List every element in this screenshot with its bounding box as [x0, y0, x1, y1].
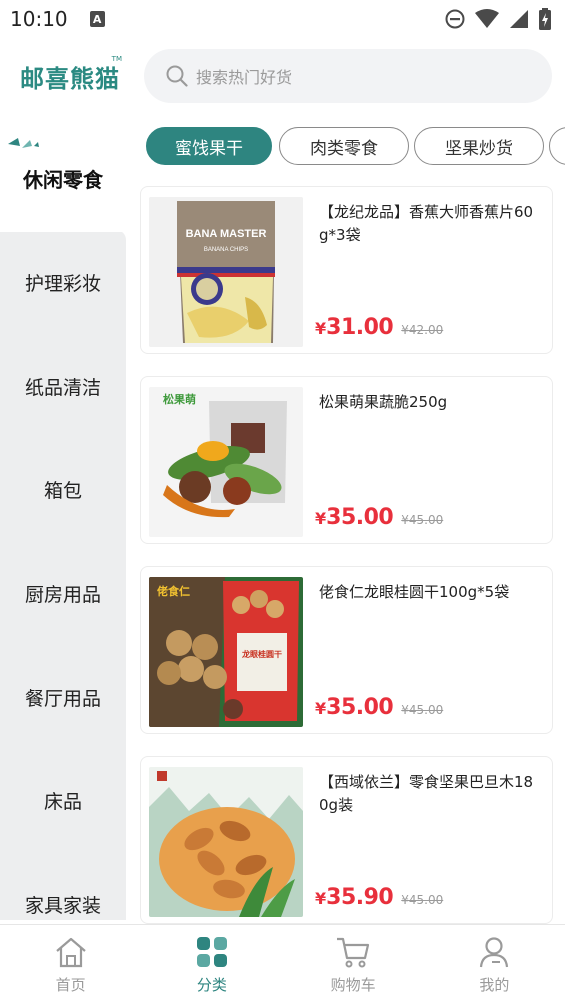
status-bar: 10:10 A — [0, 0, 565, 38]
notification-a-icon: A — [89, 11, 105, 27]
product-image — [149, 767, 303, 917]
sale-price: 35.00 — [326, 505, 394, 530]
product-image: 龙眼桂圆干 佬食仁 — [149, 577, 303, 727]
currency-symbol: ¥ — [315, 699, 327, 718]
nav-profile[interactable]: 我的 — [424, 925, 565, 1004]
search-placeholder: 搜索热门好货 — [196, 68, 293, 87]
nav-label: 分类 — [196, 976, 227, 994]
product-image: 松果萌 — [149, 387, 303, 537]
search-icon — [166, 65, 188, 87]
product-card[interactable]: BANA MASTER BANANA CHIPS 【龙纪龙品】香蕉大师香蕉片60… — [140, 186, 553, 354]
brand-logo: 邮喜熊猫 TM — [0, 55, 140, 94]
sidebar-item-snacks[interactable]: 休闲零食 — [0, 126, 126, 230]
tab-nuts-roasted[interactable]: 坚果炒货 — [414, 127, 544, 165]
thumb-brand-text: 松果萌 — [163, 392, 196, 406]
nav-home[interactable]: 首页 — [0, 925, 141, 1004]
thumb-sub-text: BANANA CHIPS — [204, 247, 248, 253]
sidebar-item-dining[interactable]: 餐厅用品 — [0, 645, 126, 749]
product-card[interactable]: 龙眼桂圆干 佬食仁 佬食仁龙眼桂圆干100g*5袋 ¥ 35.00 ¥45.00 — [140, 566, 553, 734]
product-image: BANA MASTER BANANA CHIPS — [149, 197, 303, 347]
product-name: 佬食仁龙眼桂圆干100g*5袋 — [319, 583, 510, 601]
status-time: 10:10 — [10, 7, 68, 31]
sidebar-item-care-cosmetics[interactable]: 护理彩妆 — [0, 230, 126, 334]
original-price: ¥45.00 — [401, 703, 444, 717]
nav-label: 购物车 — [330, 976, 376, 994]
nav-cart[interactable]: 购物车 — [283, 925, 424, 1004]
category-sidebar: 休闲零食 护理彩妆 纸品清洁 箱包 厨房用品 餐厅用品 床品 家具家装 — [0, 114, 126, 920]
sale-price: 31.00 — [326, 315, 394, 340]
sidebar-item-kitchen[interactable]: 厨房用品 — [0, 541, 126, 645]
sidebar-item-paper-cleaning[interactable]: 纸品清洁 — [0, 334, 126, 438]
subcategory-tabs: 蜜饯果干 肉类零食 坚果炒货 — [146, 127, 565, 165]
currency-symbol: ¥ — [315, 889, 327, 908]
do-not-disturb-icon — [445, 9, 465, 29]
battery-icon — [539, 8, 551, 30]
profile-icon — [480, 937, 509, 968]
original-price: ¥45.00 — [401, 893, 444, 907]
thumb-brand-text: 佬食仁 — [157, 584, 190, 598]
price-row: ¥ 31.00 ¥42.00 — [315, 315, 443, 340]
sale-price: 35.00 — [326, 695, 394, 720]
header: 邮喜熊猫 TM 搜索热门好货 — [0, 38, 565, 114]
search-bar[interactable]: 搜索热门好货 — [144, 49, 552, 103]
logo-text: 邮喜熊猫 — [20, 64, 120, 93]
thumb-product-text: 龙眼桂圆干 — [241, 649, 282, 659]
nav-label: 我的 — [479, 976, 510, 994]
product-name: 松果萌果蔬脆250g — [319, 393, 448, 411]
price-row: ¥ 35.00 ¥45.00 — [315, 695, 443, 720]
tab-meat-snacks[interactable]: 肉类零食 — [279, 127, 409, 165]
status-icons — [445, 8, 551, 30]
currency-symbol: ¥ — [315, 319, 327, 338]
original-price: ¥42.00 — [401, 323, 444, 337]
nav-category[interactable]: 分类 — [141, 925, 282, 1004]
price-row: ¥ 35.90 ¥45.00 — [315, 885, 443, 910]
original-price: ¥45.00 — [401, 513, 444, 527]
category-grid-icon — [196, 937, 227, 967]
home-icon — [55, 937, 86, 968]
signal-icon — [510, 10, 528, 28]
logo-trademark: TM — [111, 54, 122, 63]
product-name: 【西域依兰】零食坚果巴旦木180g装 — [319, 773, 534, 814]
sidebar-item-bedding[interactable]: 床品 — [0, 748, 126, 852]
tab-candied-dried-fruit[interactable]: 蜜饯果干 — [146, 127, 272, 165]
bottom-navigation: 首页 分类 购物车 我的 — [0, 924, 565, 1004]
product-card[interactable]: 松果萌 松果萌果蔬脆250g ¥ 35.00 ¥45.00 — [140, 376, 553, 544]
price-row: ¥ 35.00 ¥45.00 — [315, 505, 443, 530]
product-card[interactable]: 【西域依兰】零食坚果巴旦木180g装 ¥ 35.90 ¥45.00 — [140, 756, 553, 924]
tab-more-partial[interactable] — [549, 127, 565, 165]
wifi-icon — [475, 9, 499, 28]
nav-label: 首页 — [55, 976, 86, 994]
cart-icon — [337, 937, 370, 968]
currency-symbol: ¥ — [315, 509, 327, 528]
product-name: 【龙纪龙品】香蕉大师香蕉片60g*3袋 — [319, 203, 534, 244]
sale-price: 35.90 — [326, 885, 394, 910]
thumb-brand-text: BANA MASTER — [186, 228, 267, 240]
sidebar-item-bags[interactable]: 箱包 — [0, 437, 126, 541]
